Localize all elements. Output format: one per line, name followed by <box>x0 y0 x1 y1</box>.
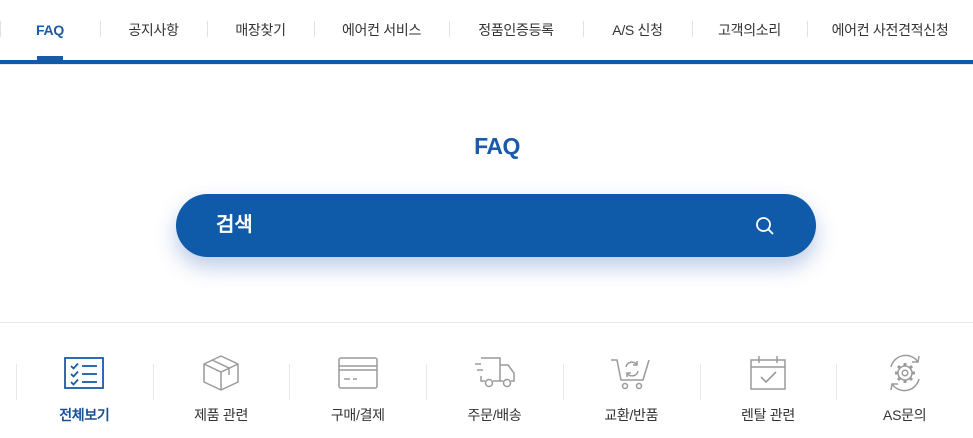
gear-icon <box>883 353 927 393</box>
search-bar[interactable] <box>176 194 816 257</box>
nav-item-label: FAQ <box>36 22 64 38</box>
nav-item-customer-voice[interactable]: 고객의소리 <box>692 0 807 60</box>
category-label: 렌탈 관련 <box>740 407 795 423</box>
nav-item-label: 정품인증등록 <box>478 22 554 38</box>
category-purchase[interactable]: 구매/결제 <box>289 340 426 438</box>
category-label: AS문의 <box>883 407 927 423</box>
nav-item-as-request[interactable]: A/S 신청 <box>583 0 692 60</box>
nav-item-faq[interactable]: FAQ <box>0 0 100 60</box>
search-input[interactable] <box>216 194 736 257</box>
nav-item-label: 에어컨 서비스 <box>341 22 422 38</box>
category-all[interactable]: 전체보기 <box>16 340 153 438</box>
category-label: 구매/결제 <box>330 407 385 423</box>
nav-item-notice[interactable]: 공지사항 <box>100 0 207 60</box>
top-nav: FAQ 공지사항 매장찾기 에어컨 서비스 정품인증등록 A/S 신청 고객의소… <box>0 0 973 60</box>
nav-item-label: 고객의소리 <box>718 22 781 38</box>
category-label: 교환/반품 <box>604 407 659 423</box>
nav-item-product-registration[interactable]: 정품인증등록 <box>449 0 583 60</box>
category-exchange-return[interactable]: 교환/반품 <box>562 340 700 438</box>
truck-icon <box>473 353 517 393</box>
nav-item-aircon-service[interactable]: 에어컨 서비스 <box>314 0 449 60</box>
card-icon <box>336 353 380 393</box>
calendar-check-icon <box>746 353 790 393</box>
category-tabs: 전체보기 제품 관련 구매/결제 주문/배송 교환/반품 렌탈 관련 AS문의 <box>16 340 973 438</box>
nav-item-label: 에어컨 사전견적신청 <box>831 22 949 38</box>
box-icon <box>199 353 243 393</box>
category-label: 제품 관련 <box>194 407 249 423</box>
page-title: FAQ <box>474 133 520 159</box>
category-product[interactable]: 제품 관련 <box>152 340 290 438</box>
checklist-icon <box>62 353 106 393</box>
category-order-delivery[interactable]: 주문/배송 <box>426 340 563 438</box>
category-as-inquiry[interactable]: AS문의 <box>836 340 973 438</box>
category-label: 주문/배송 <box>467 407 522 423</box>
nav-divider <box>0 64 973 65</box>
cart-exchange-icon <box>609 353 653 393</box>
category-rental[interactable]: 렌탈 관련 <box>699 340 837 438</box>
nav-item-store-finder[interactable]: 매장찾기 <box>207 0 314 60</box>
search-icon[interactable] <box>754 215 776 237</box>
category-label: 전체보기 <box>59 407 110 423</box>
nav-item-label: 공지사항 <box>128 22 179 38</box>
nav-item-label: 매장찾기 <box>235 22 286 38</box>
section-divider <box>0 322 973 323</box>
nav-item-aircon-estimate[interactable]: 에어컨 사전견적신청 <box>807 0 973 60</box>
nav-item-label: A/S 신청 <box>612 22 663 38</box>
